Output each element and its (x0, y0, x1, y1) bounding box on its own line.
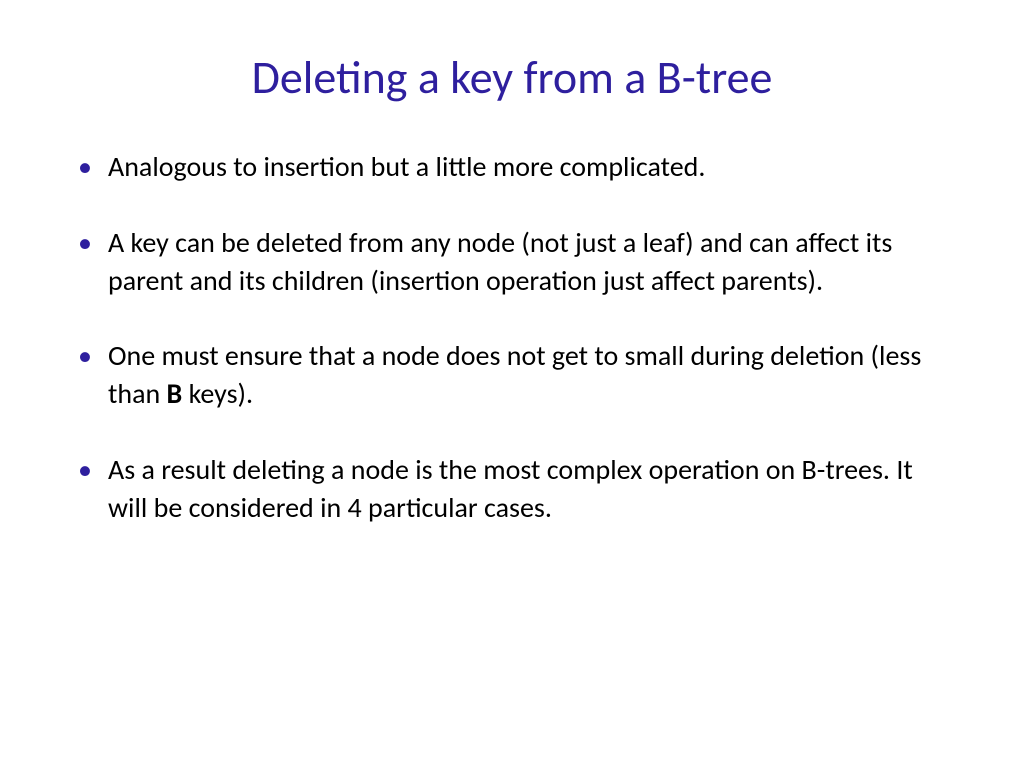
bullet-text: Analogous to insertion but a little more… (108, 149, 705, 184)
list-item: A key can be deleted from any node (not … (70, 224, 954, 300)
bullet-text: A key can be deleted from any node (not … (108, 225, 892, 298)
list-item: One must ensure that a node does not get… (70, 337, 954, 413)
bullet-bold: B (167, 376, 183, 411)
bullet-list: Analogous to insertion but a little more… (70, 148, 954, 527)
slide-title: Deleting a key from a B-tree (70, 50, 954, 106)
bullet-text-post: keys). (182, 376, 253, 411)
list-item: As a result deleting a node is the most … (70, 451, 954, 527)
list-item: Analogous to insertion but a little more… (70, 148, 954, 186)
bullet-text: As a result deleting a node is the most … (108, 452, 913, 525)
